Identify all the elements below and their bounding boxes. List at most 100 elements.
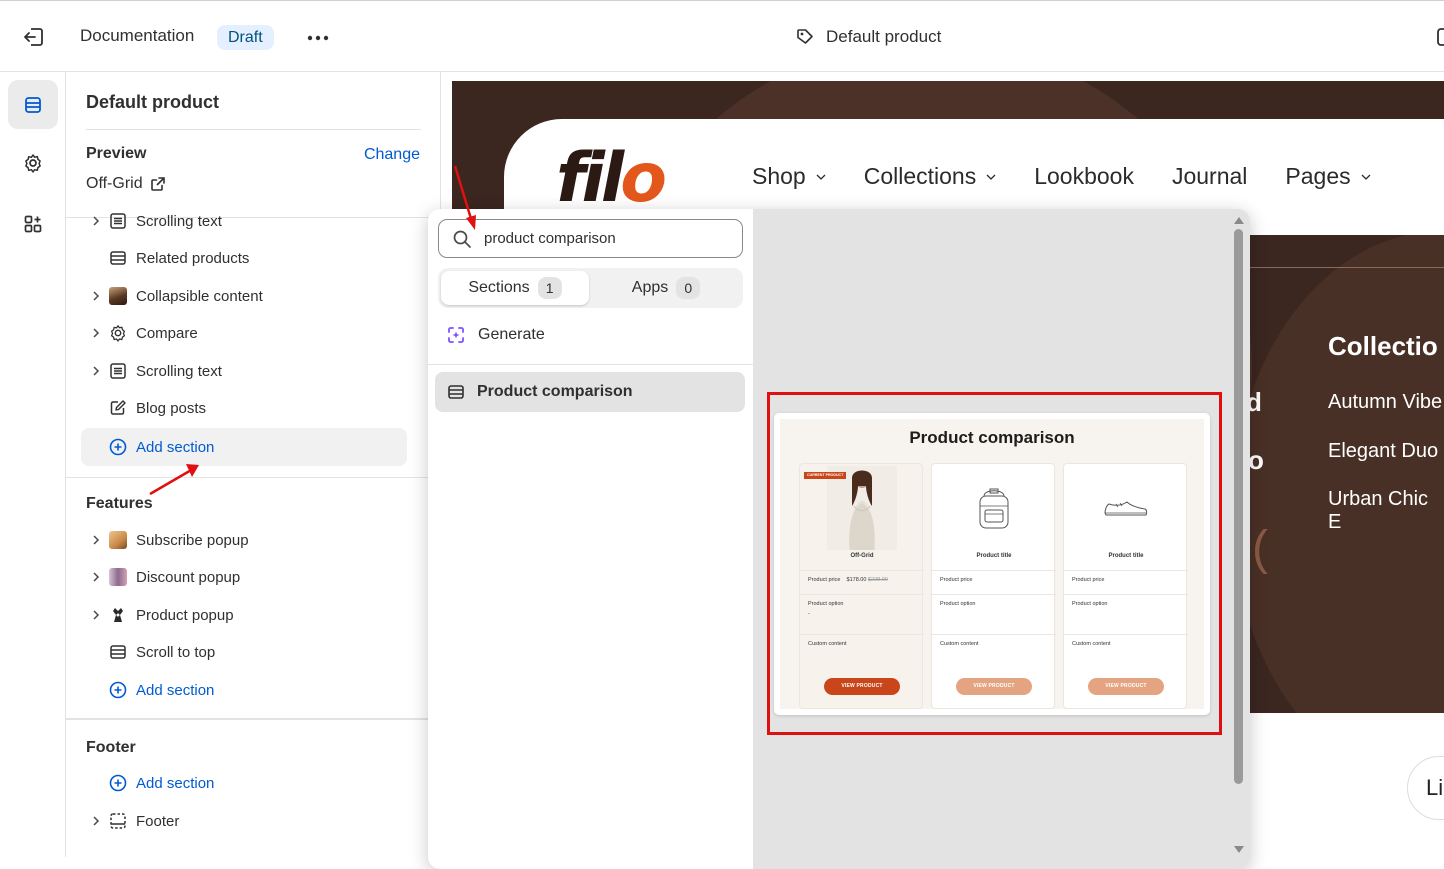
- divider: [66, 718, 441, 720]
- section-item-subscribe-popup[interactable]: Subscribe popup: [86, 522, 406, 558]
- logo-accent: o: [620, 139, 667, 218]
- section-item-product-popup[interactable]: Product popup: [86, 597, 406, 633]
- section-label: Blog posts: [136, 399, 207, 417]
- section-type-tabs: Sections 1 Apps 0: [438, 268, 743, 308]
- section-item-collapsible-content[interactable]: Collapsible content: [86, 278, 406, 314]
- chevron-right-icon[interactable]: [88, 325, 104, 341]
- count-badge: 1: [537, 277, 562, 299]
- collection-link[interactable]: Elegant Duo: [1328, 440, 1438, 463]
- features-title: Features: [86, 495, 153, 512]
- more-options-icon[interactable]: [307, 35, 329, 41]
- plus-circle-icon: [108, 773, 128, 793]
- status-badge: Draft: [217, 25, 274, 50]
- search-result-product-comparison[interactable]: Product comparison: [435, 372, 745, 412]
- hero-text-fragment: (: [1252, 522, 1268, 575]
- section-item-scrolling-text[interactable]: Scrolling text: [86, 203, 406, 239]
- section-item-scroll-to-top[interactable]: Scroll to top: [86, 634, 406, 670]
- sections-icon[interactable]: [8, 80, 58, 129]
- section-label: Footer: [136, 812, 180, 830]
- chevron-right-icon[interactable]: [88, 363, 104, 379]
- add-section-button[interactable]: Add section: [81, 428, 407, 466]
- generate-label: Generate: [478, 326, 545, 343]
- collapsible-thumbnail: [108, 286, 128, 306]
- section-label: Collapsible content: [136, 287, 263, 305]
- list-icon: [108, 361, 128, 381]
- chevron-down-icon: [986, 174, 996, 180]
- scrollbar-thumb[interactable]: [1234, 229, 1243, 784]
- divider: [86, 129, 421, 130]
- sidebar: Default product Preview Change Off-Grid …: [66, 72, 441, 857]
- section-label: Scrolling text: [136, 362, 222, 380]
- chevron-right-icon[interactable]: [88, 532, 104, 548]
- search-icon: [452, 229, 472, 249]
- add-section-label: Add section: [136, 681, 215, 699]
- chevron-right-icon[interactable]: [88, 569, 104, 585]
- scroll-down-icon[interactable]: [1233, 845, 1245, 855]
- count-badge: 0: [676, 277, 701, 299]
- product-popup-thumbnail: [108, 605, 128, 625]
- discount-thumbnail: [108, 567, 128, 587]
- menu-label: Journal: [1171, 163, 1248, 189]
- exit-icon[interactable]: [22, 26, 46, 48]
- collection-link[interactable]: Urban Chic E: [1328, 488, 1444, 534]
- chevron-right-icon[interactable]: [88, 607, 104, 623]
- add-section-label: Add section: [136, 774, 215, 792]
- settings-icon[interactable]: [8, 138, 58, 187]
- theme-name[interactable]: Documentation: [80, 26, 194, 46]
- section-item-blog-posts[interactable]: Blog posts: [86, 390, 406, 426]
- menu-pages[interactable]: Pages: [1285, 163, 1371, 190]
- tab-sections[interactable]: Sections 1: [441, 271, 589, 305]
- chat-widget[interactable]: Li: [1407, 756, 1444, 820]
- add-section-button[interactable]: Add section: [86, 672, 406, 708]
- chevron-right-icon[interactable]: [88, 813, 104, 829]
- chevron-down-icon: [816, 174, 826, 180]
- scroll-up-icon[interactable]: [1233, 215, 1245, 225]
- section-item-footer[interactable]: Footer: [86, 803, 406, 839]
- collection-link[interactable]: Autumn Vibe: [1328, 391, 1442, 414]
- chevron-down-icon: [1361, 174, 1371, 180]
- section-item-related-products[interactable]: Related products: [86, 240, 406, 276]
- menu-collections[interactable]: Collections: [864, 163, 997, 190]
- generate-button[interactable]: Generate: [446, 325, 545, 345]
- chevron-right-icon[interactable]: [88, 288, 104, 304]
- section-icon: [447, 383, 465, 401]
- divider: [428, 364, 753, 365]
- sparkle-icon: [446, 325, 466, 345]
- section-item-scrolling-text[interactable]: Scrolling text: [86, 353, 406, 389]
- add-section-button[interactable]: Add section: [86, 765, 406, 801]
- site-logo[interactable]: filo: [556, 139, 667, 218]
- menu-journal[interactable]: Journal: [1172, 163, 1247, 190]
- search-field[interactable]: [438, 219, 743, 258]
- add-section-popover: Sections 1 Apps 0 Generate Product compa…: [428, 209, 1250, 869]
- section-label: Scrolling text: [136, 212, 222, 230]
- chevron-right-icon[interactable]: [88, 213, 104, 229]
- search-input[interactable]: [484, 230, 734, 247]
- device-icon[interactable]: [1434, 27, 1444, 47]
- menu-label: Pages: [1285, 163, 1351, 189]
- section-label: Subscribe popup: [136, 531, 249, 549]
- icon-rail: [0, 72, 66, 857]
- tab-apps[interactable]: Apps 0: [592, 271, 740, 305]
- menu-shop[interactable]: Shop: [752, 163, 826, 190]
- preview-label: Preview: [86, 145, 147, 162]
- apps-icon[interactable]: [8, 199, 58, 248]
- list-icon: [108, 211, 128, 231]
- menu-label: Lookbook: [1034, 163, 1134, 189]
- preview-product[interactable]: Off-Grid: [86, 175, 165, 193]
- logo-text: fil: [556, 139, 624, 218]
- section-icon: [108, 248, 128, 268]
- menu-label: Shop: [752, 163, 806, 189]
- section-icon: [108, 642, 128, 662]
- divider: [66, 477, 441, 478]
- page-selector[interactable]: Default product: [796, 27, 941, 47]
- plus-circle-icon: [108, 680, 128, 700]
- menu-lookbook[interactable]: Lookbook: [1034, 163, 1134, 190]
- section-label: Related products: [136, 249, 250, 267]
- site-menu: Shop Collections Lookbook Journal Pages: [752, 163, 1371, 190]
- section-item-discount-popup[interactable]: Discount popup: [86, 559, 406, 595]
- section-item-compare[interactable]: Compare: [86, 315, 406, 351]
- section-label: Compare: [136, 324, 198, 342]
- change-link[interactable]: Change: [364, 146, 420, 164]
- plus-circle-icon: [108, 437, 128, 457]
- tab-label: Apps: [631, 279, 669, 296]
